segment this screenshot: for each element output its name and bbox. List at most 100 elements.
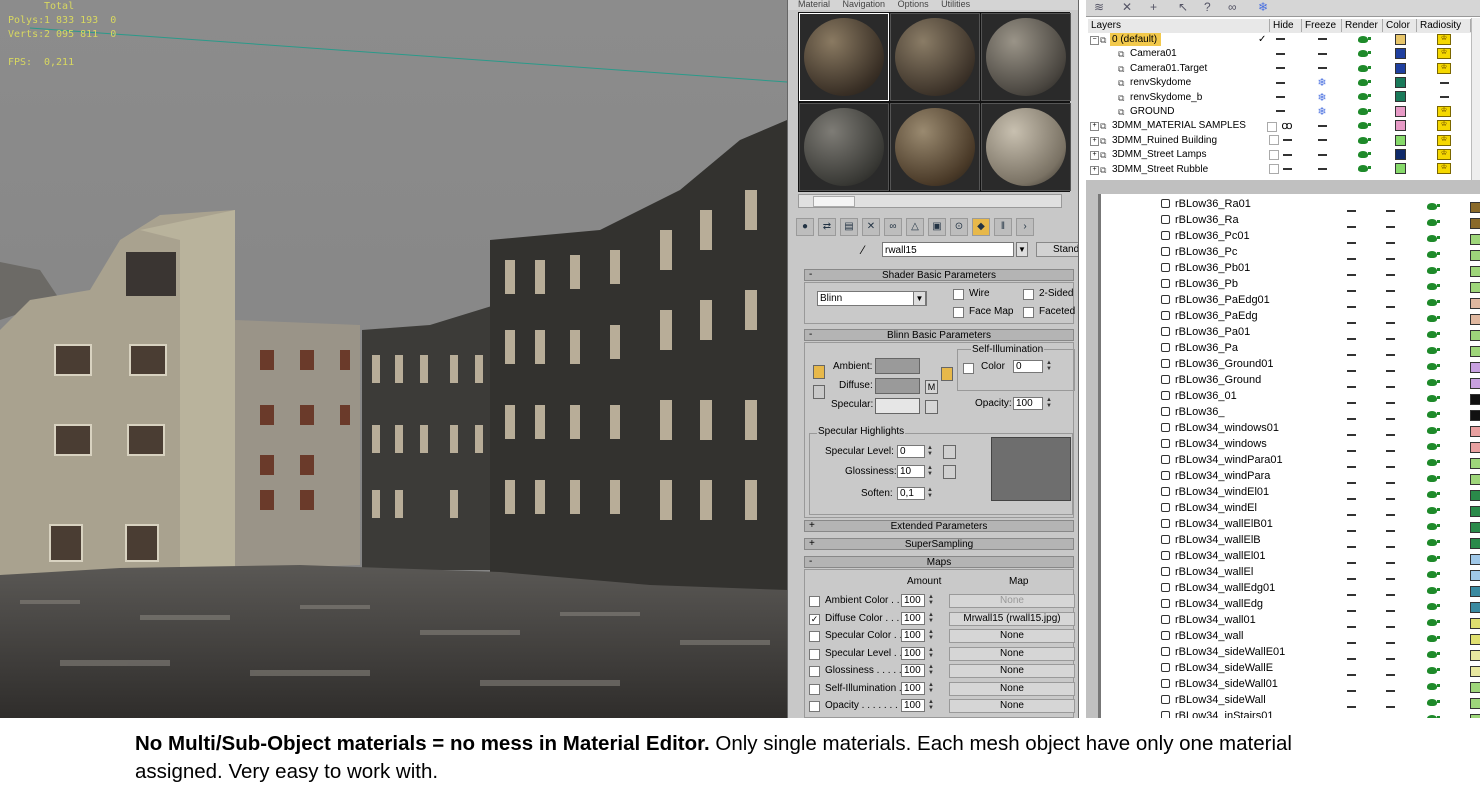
- create-layer-icon[interactable]: ≋: [1094, 0, 1104, 14]
- object-row[interactable]: rBLow34_windows: [1101, 436, 1480, 453]
- render-teapot-icon[interactable]: [1427, 282, 1440, 290]
- object-color-swatch[interactable]: [1470, 473, 1480, 485]
- render-teapot-icon[interactable]: [1427, 202, 1440, 210]
- render-teapot-icon[interactable]: [1427, 362, 1440, 370]
- object-color-swatch[interactable]: [1470, 681, 1480, 693]
- two-sided-checkbox[interactable]: [1023, 289, 1034, 300]
- perspective-viewport[interactable]: Total Polys:1 833 193 0 Verts:2 095 811 …: [0, 0, 787, 718]
- layer-object-row[interactable]: ⧉ Camera01.Target ♔: [1088, 62, 1480, 76]
- object-row[interactable]: rBLow34_sideWallE01: [1101, 644, 1480, 661]
- sample-slot-1[interactable]: [799, 13, 889, 101]
- object-row[interactable]: rBLow36_: [1101, 404, 1480, 421]
- object-row[interactable]: rBLow36_Pb01: [1101, 260, 1480, 277]
- freeze-toggle-icon[interactable]: [1317, 67, 1327, 70]
- object-color-swatch[interactable]: [1470, 361, 1480, 373]
- expand-toggle-icon[interactable]: +: [1090, 151, 1099, 161]
- radiosity-icon[interactable]: ♔: [1437, 120, 1451, 132]
- lock-ambient-diffuse-icon[interactable]: [813, 365, 825, 379]
- render-teapot-icon[interactable]: [1427, 410, 1440, 418]
- object-row[interactable]: rBLow34_wallEl01: [1101, 548, 1480, 565]
- layer-color-swatch[interactable]: [1394, 48, 1406, 60]
- hide-all-icon[interactable]: ∞: [1228, 0, 1237, 14]
- map-slot-button[interactable]: None: [949, 594, 1075, 608]
- object-color-swatch[interactable]: [1470, 377, 1480, 389]
- go-forward-icon[interactable]: ›: [1016, 218, 1034, 236]
- render-teapot-icon[interactable]: [1427, 330, 1440, 338]
- render-teapot-icon[interactable]: [1427, 346, 1440, 354]
- render-teapot-icon[interactable]: [1357, 136, 1371, 144]
- object-color-swatch[interactable]: [1470, 329, 1480, 341]
- material-type-button[interactable]: Standa: [1036, 242, 1078, 257]
- freeze-toggle-icon[interactable]: [1317, 124, 1327, 127]
- get-material-icon[interactable]: ●: [796, 218, 814, 236]
- object-row[interactable]: rBLow36_Pb: [1101, 276, 1480, 293]
- object-color-swatch[interactable]: [1470, 521, 1480, 533]
- layer-color-swatch[interactable]: [1394, 33, 1406, 45]
- map-enable-checkbox[interactable]: [809, 596, 820, 607]
- glossiness-spinner-icon[interactable]: ▲ ▼: [926, 465, 934, 478]
- map-enable-checkbox[interactable]: [809, 648, 820, 660]
- radiosity-icon[interactable]: ♔: [1437, 48, 1451, 60]
- menu-material[interactable]: Material: [798, 0, 830, 9]
- render-teapot-icon[interactable]: [1357, 151, 1371, 159]
- hide-toggle-icon[interactable]: [1275, 38, 1285, 41]
- sample-slot-2[interactable]: [890, 13, 980, 101]
- rollout-shader-basic[interactable]: - Shader Basic Parameters: [804, 269, 1074, 281]
- render-teapot-icon[interactable]: [1427, 298, 1440, 306]
- object-color-swatch[interactable]: [1470, 217, 1480, 229]
- material-effects-channel-icon[interactable]: ▣: [928, 218, 946, 236]
- object-row[interactable]: rBLow34_inStairs01: [1101, 708, 1480, 718]
- expand-toggle-icon[interactable]: +: [1090, 122, 1099, 132]
- object-color-swatch[interactable]: [1470, 601, 1480, 613]
- render-teapot-icon[interactable]: [1427, 538, 1440, 546]
- render-teapot-icon[interactable]: [1427, 378, 1440, 386]
- faceted-checkbox[interactable]: [1023, 307, 1034, 318]
- object-row[interactable]: rBLow34_wallEdg: [1101, 596, 1480, 613]
- object-row[interactable]: rBLow34_wallEl: [1101, 564, 1480, 581]
- col-hide[interactable]: Hide: [1270, 19, 1302, 32]
- material-name-dropdown[interactable]: ▼: [1016, 242, 1028, 257]
- object-color-swatch[interactable]: [1470, 617, 1480, 629]
- object-color-swatch[interactable]: [1470, 665, 1480, 677]
- layer-object-row[interactable]: ⧉ renvSkydome ❄: [1088, 76, 1480, 90]
- map-slot-button[interactable]: None: [949, 699, 1075, 713]
- layer-row[interactable]: + ⧉ 3DMM_Street Lamps ♔: [1088, 148, 1480, 162]
- frozen-snowflake-icon[interactable]: ❄: [1317, 92, 1326, 104]
- render-teapot-icon[interactable]: [1357, 93, 1371, 101]
- radiosity-icon[interactable]: ♔: [1437, 33, 1451, 45]
- object-color-swatch[interactable]: [1470, 425, 1480, 437]
- specular-level-value[interactable]: 0: [897, 445, 925, 458]
- object-row[interactable]: rBLow36_Pa01: [1101, 324, 1480, 341]
- radiosity-icon[interactable]: ♔: [1437, 163, 1451, 175]
- reset-material-icon[interactable]: ✕: [862, 218, 880, 236]
- map-amount-spinner-icon[interactable]: ▲ ▼: [927, 699, 935, 712]
- hidden-eye-icon[interactable]: ꝏ: [1281, 120, 1292, 132]
- render-teapot-icon[interactable]: [1427, 490, 1440, 498]
- object-color-swatch[interactable]: [1470, 649, 1480, 661]
- col-freeze[interactable]: Freeze: [1302, 19, 1342, 32]
- glossiness-value[interactable]: 10: [897, 465, 925, 478]
- render-teapot-icon[interactable]: [1427, 682, 1440, 690]
- radiosity-icon[interactable]: ♔: [1437, 149, 1451, 161]
- object-row[interactable]: rBLow34_windEl01: [1101, 484, 1480, 501]
- show-end-result-icon[interactable]: ◆: [972, 218, 990, 236]
- render-teapot-icon[interactable]: [1357, 50, 1371, 58]
- material-name-field[interactable]: rwall15: [882, 242, 1014, 257]
- sample-slot-3[interactable]: [981, 13, 1071, 101]
- freeze-all-icon[interactable]: ❄: [1258, 0, 1268, 14]
- object-row[interactable]: rBLow34_wall: [1101, 628, 1480, 645]
- object-row[interactable]: rBLow36_Pc01: [1101, 228, 1480, 245]
- render-teapot-icon[interactable]: [1427, 554, 1440, 562]
- map-amount-spinner-icon[interactable]: ▲ ▼: [927, 664, 935, 677]
- object-color-swatch[interactable]: [1470, 537, 1480, 549]
- render-teapot-icon[interactable]: [1427, 394, 1440, 402]
- map-enable-checkbox[interactable]: ✓: [809, 613, 820, 625]
- opacity-spinner-icon[interactable]: ▲ ▼: [1045, 397, 1053, 410]
- rollout-blinn-basic[interactable]: - Blinn Basic Parameters: [804, 329, 1074, 341]
- map-slot-button[interactable]: None: [949, 629, 1075, 643]
- render-teapot-icon[interactable]: [1427, 586, 1440, 594]
- freeze-toggle-icon[interactable]: [1317, 167, 1327, 170]
- hide-toggle-icon[interactable]: [1275, 67, 1285, 70]
- hide-toggle-icon[interactable]: [1282, 153, 1292, 156]
- help-icon[interactable]: ?: [1204, 0, 1211, 14]
